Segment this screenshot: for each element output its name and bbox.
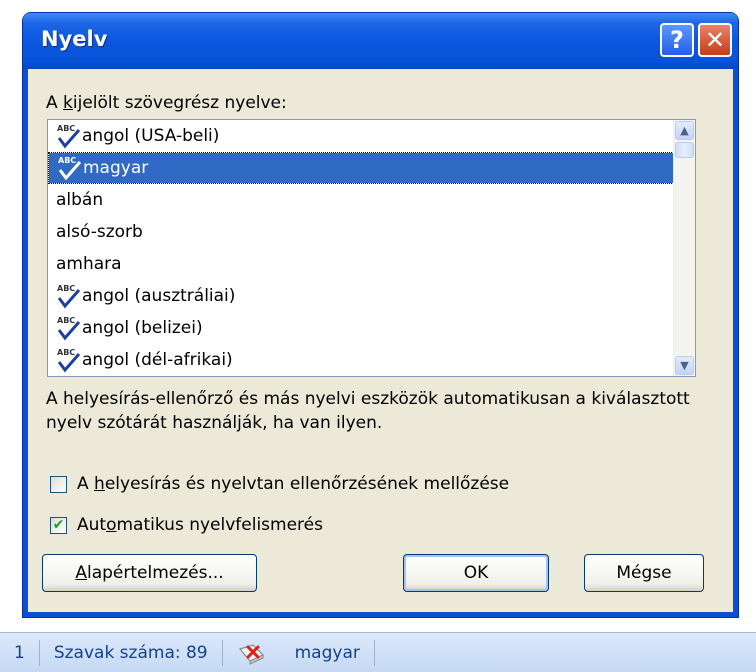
language-item[interactable]: albán (48, 184, 674, 216)
language-item[interactable]: ABC angol (dél-afrikai) (48, 344, 674, 376)
language-item-label: magyar (83, 158, 149, 178)
language-item[interactable]: ABC angol (belizei) (48, 312, 674, 344)
spellcheck-abc-icon: ABC (57, 154, 83, 182)
description-text: A helyesírás-ellenőrző és más nyelvi esz… (46, 389, 690, 433)
list-label: A kijelölt szövegrész nyelve: (46, 93, 287, 113)
dialog-client: A kijelölt szövegrész nyelve: ABC angol (… (28, 69, 733, 612)
page-number[interactable]: 1 (0, 633, 39, 672)
language-item-label: albán (56, 190, 104, 210)
skip-check-checkbox[interactable] (50, 475, 67, 493)
skip-check-option[interactable]: A helyesírás és nyelvtan ellenőrzésének … (50, 474, 509, 494)
word-count[interactable]: Szavak száma: 89 (40, 633, 222, 672)
skip-check-label: A helyesírás és nyelvtan ellenőrzésének … (77, 474, 510, 494)
auto-detect-checkbox[interactable]: ✔ (50, 516, 67, 534)
ok-button[interactable]: OK (403, 554, 549, 592)
proofing-icon[interactable] (223, 633, 281, 672)
svg-text:ABC: ABC (57, 284, 75, 293)
scroll-thumb[interactable] (675, 142, 694, 158)
status-separator (373, 639, 375, 666)
title-bar[interactable]: Nyelv ? ✕ (23, 13, 738, 69)
spellcheck-abc-icon: ABC (56, 314, 82, 342)
language-item-label: alsó-szorb (56, 222, 143, 242)
svg-text:ABC: ABC (57, 348, 75, 357)
language-item-label: amhara (56, 254, 122, 274)
status-language[interactable]: magyar (281, 633, 374, 672)
status-bar: 1 Szavak száma: 89 magyar (0, 632, 756, 672)
svg-text:ABC: ABC (58, 156, 76, 165)
language-item[interactable]: ABC angol (ausztráliai) (48, 280, 674, 312)
language-list: ABC angol (USA-beli) ABC magyar albán alsó-sz… (48, 120, 674, 376)
checkmark-icon: ✔ (52, 517, 65, 533)
auto-detect-label: Automatikus nyelvfelismerés (77, 515, 323, 535)
language-item-label: angol (dél-afrikai) (82, 350, 233, 370)
list-scrollbar[interactable]: ▲ ▼ (673, 120, 695, 376)
language-item[interactable]: amhara (48, 248, 674, 280)
language-item[interactable]: ABC angol (USA-beli) (48, 120, 674, 152)
language-item-label: angol (belizei) (82, 318, 203, 338)
help-button[interactable]: ? (660, 23, 694, 57)
auto-detect-option[interactable]: ✔ Automatikus nyelvfelismerés (50, 515, 323, 535)
language-dialog: Nyelv ? ✕ A kijelölt szövegrész nyelve: … (22, 12, 739, 618)
spellcheck-abc-icon: ABC (56, 346, 82, 374)
scroll-up-button[interactable]: ▲ (675, 121, 694, 140)
dialog-title: Nyelv (41, 27, 108, 51)
scroll-down-button[interactable]: ▼ (675, 356, 694, 375)
language-item[interactable]: ABC magyar (48, 152, 674, 184)
svg-text:ABC: ABC (57, 124, 75, 133)
svg-text:ABC: ABC (57, 316, 75, 325)
spellcheck-abc-icon: ABC (56, 122, 82, 150)
close-button[interactable]: ✕ (698, 23, 732, 57)
language-listbox[interactable]: ABC angol (USA-beli) ABC magyar albán alsó-sz… (47, 119, 696, 377)
cancel-button[interactable]: Mégse (584, 554, 704, 592)
default-button[interactable]: Alapértelmezés... (42, 554, 257, 592)
spellcheck-abc-icon: ABC (56, 282, 82, 310)
language-item-label: angol (ausztráliai) (82, 286, 236, 306)
language-item-label: angol (USA-beli) (82, 126, 220, 146)
language-item[interactable]: alsó-szorb (48, 216, 674, 248)
